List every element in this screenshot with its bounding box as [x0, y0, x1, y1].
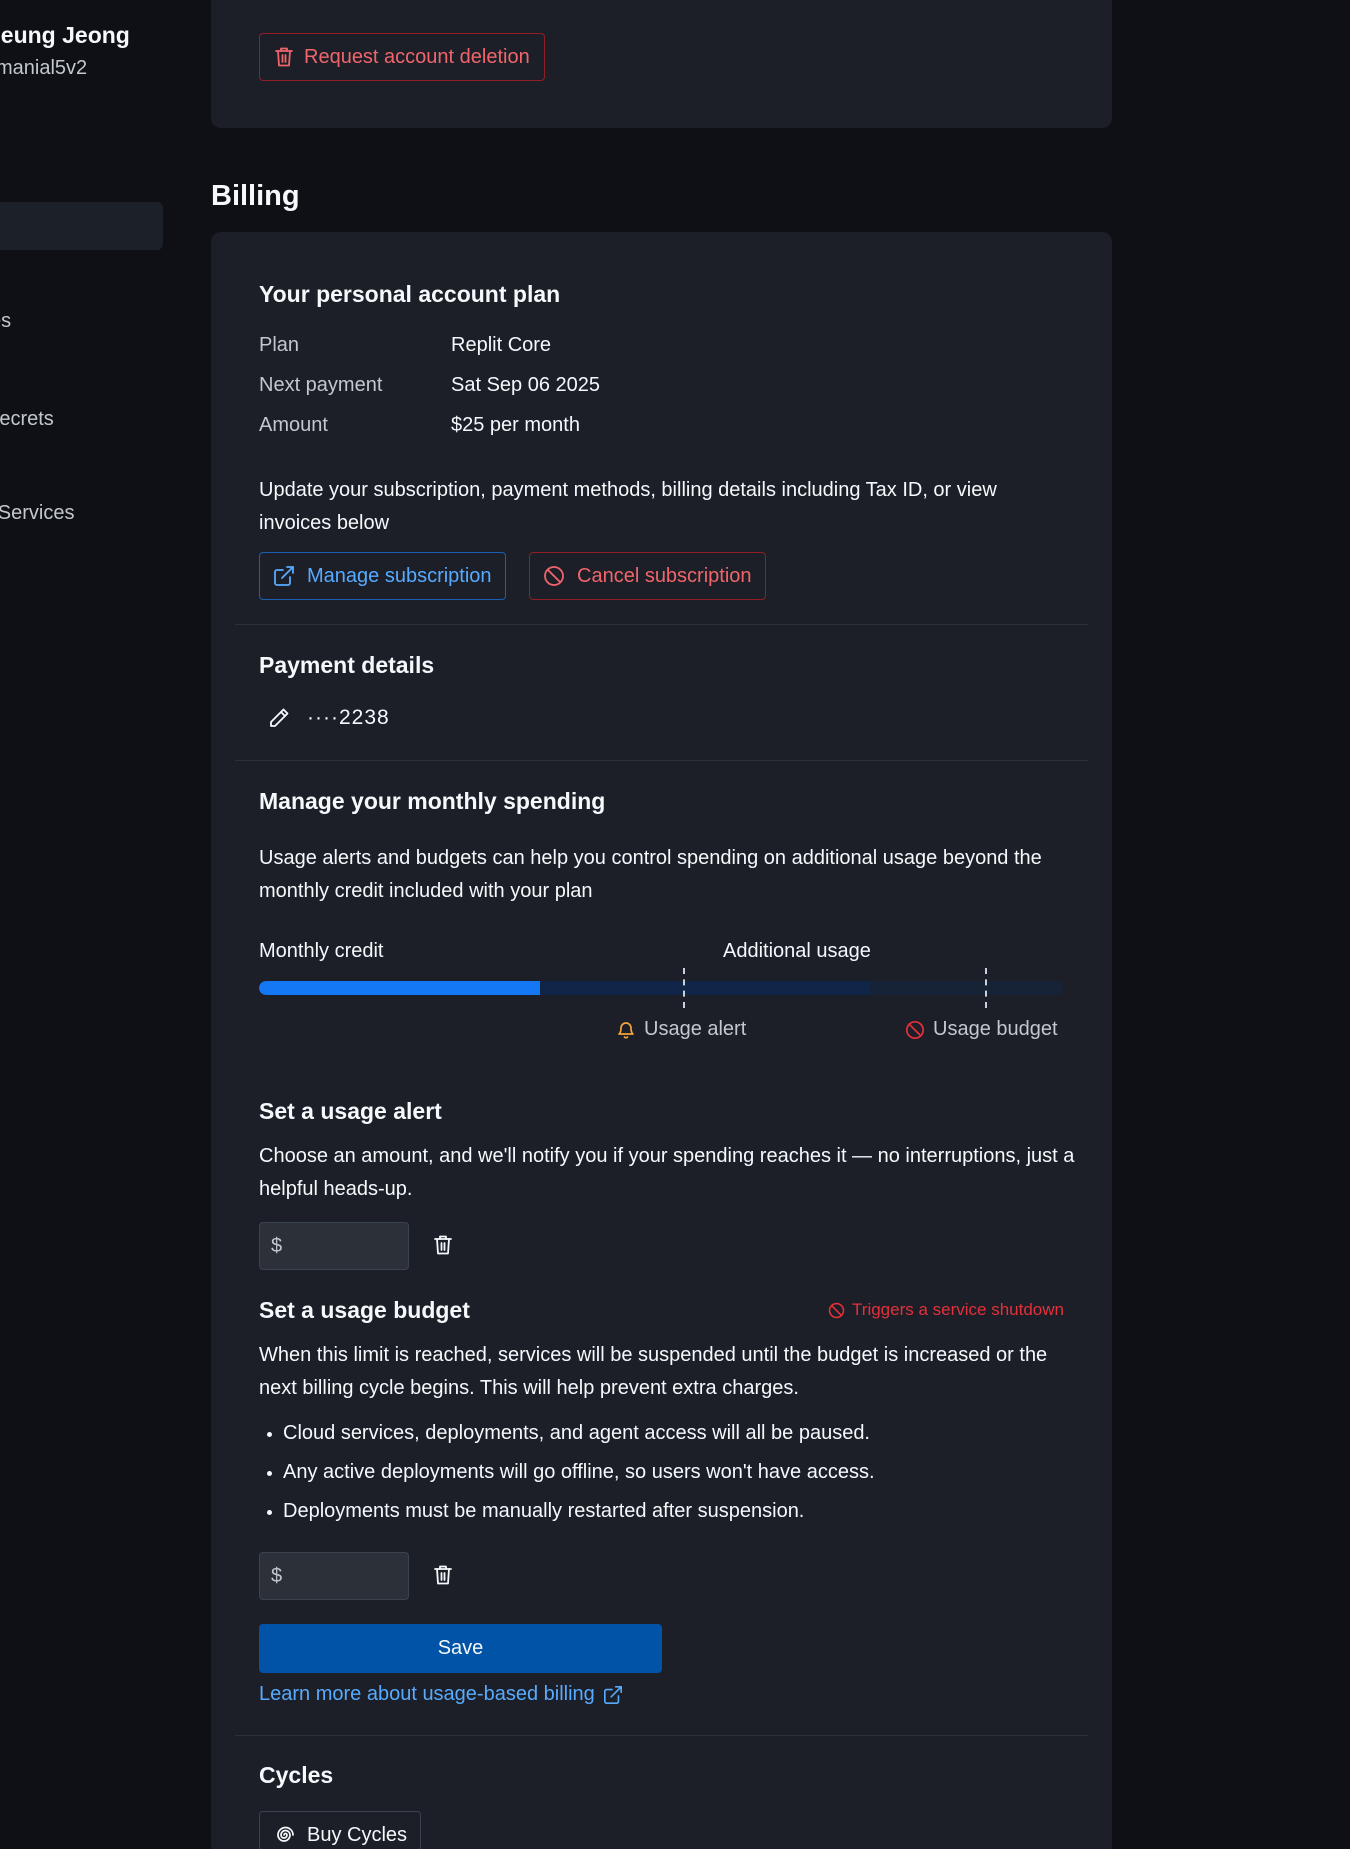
usage-alert-marker	[683, 968, 685, 1008]
service-shutdown-warning: Triggers a service shutdown	[828, 1300, 1064, 1320]
usage-budget-input-wrapper: $	[259, 1552, 409, 1600]
usage-budget-description: When this limit is reached, services wil…	[259, 1344, 1048, 1399]
spiral-icon	[273, 1824, 295, 1846]
request-account-deletion-button[interactable]: Request account deletion	[259, 33, 545, 81]
billing-title: Billing	[211, 180, 300, 212]
page: seung Jeong manial5v2 ces Secrets ed Ser…	[0, 0, 1350, 1849]
learn-more-label: Learn more about usage-based billing	[259, 1683, 595, 1705]
divider	[235, 624, 1088, 625]
external-link-icon	[603, 1685, 623, 1705]
usage-alert-input-wrapper: $	[259, 1222, 409, 1270]
plan-heading: Your personal account plan	[259, 281, 561, 307]
bell-icon	[616, 1020, 636, 1040]
monthly-credit-label: Monthly credit	[259, 940, 384, 962]
plan-value: Replit Core	[451, 334, 552, 356]
save-button[interactable]: Save	[259, 1624, 662, 1673]
additional-usage-label: Additional usage	[723, 940, 871, 962]
buy-cycles-button[interactable]: Buy Cycles	[259, 1811, 422, 1849]
manage-subscription-button[interactable]: Manage subscription	[259, 552, 506, 600]
subscription-description: Update your subscription, payment method…	[259, 479, 997, 534]
spending-bar-fill	[259, 981, 541, 995]
plan-label: Plan	[259, 334, 300, 356]
budget-consequences-list: Cloud services, deployments, and agent a…	[263, 1414, 1043, 1531]
clear-usage-budget-trash-icon[interactable]	[433, 1564, 453, 1591]
usage-alert-marker-label: Usage alert	[616, 1018, 746, 1041]
clear-usage-alert-trash-icon[interactable]	[433, 1234, 453, 1261]
dollar-prefix: $	[271, 1234, 283, 1257]
sidebar-item-connected-services[interactable]: ed Services	[0, 502, 75, 525]
list-item: Any active deployments will go offline, …	[263, 1453, 1043, 1492]
buy-cycles-label: Buy Cycles	[307, 1823, 408, 1846]
user-handle: manial5v2	[0, 57, 88, 79]
sidebar-item-active[interactable]	[0, 202, 163, 250]
request-account-deletion-label: Request account deletion	[304, 45, 530, 68]
account-danger-card: Request account deletion	[211, 0, 1112, 128]
external-link-icon	[273, 565, 295, 587]
amount-value: $25 per month	[451, 414, 580, 436]
cancel-subscription-label: Cancel subscription	[577, 564, 752, 587]
usage-alert-input[interactable]	[288, 1234, 399, 1258]
usage-budget-input[interactable]	[288, 1564, 399, 1588]
spending-heading: Manage your monthly spending	[259, 788, 606, 814]
prohibited-icon	[828, 1302, 845, 1319]
learn-more-usage-billing-link[interactable]: Learn more about usage-based billing	[259, 1683, 623, 1706]
next-payment-label: Next payment	[259, 374, 383, 396]
trash-icon	[274, 46, 294, 68]
prohibited-icon	[905, 1020, 925, 1040]
next-payment-value: Sat Sep 06 2025	[451, 374, 601, 396]
usage-budget-marker	[985, 968, 987, 1008]
edit-pencil-icon[interactable]	[267, 706, 291, 735]
manage-subscription-label: Manage subscription	[307, 564, 492, 587]
amount-label: Amount	[259, 414, 328, 436]
dollar-prefix: $	[271, 1564, 283, 1587]
usage-alert-heading: Set a usage alert	[259, 1098, 442, 1124]
sidebar-item-preferences[interactable]: ces	[0, 310, 11, 333]
list-item: Cloud services, deployments, and agent a…	[263, 1414, 1043, 1453]
usage-alert-description: Choose an amount, and we'll notify you i…	[259, 1145, 1075, 1200]
list-item: Deployments must be manually restarted a…	[263, 1492, 1043, 1531]
sidebar-item-account-secrets[interactable]: Secrets	[0, 408, 54, 431]
spending-bar-budget-zone	[869, 981, 1063, 995]
spending-description: Usage alerts and budgets can help you co…	[259, 847, 1042, 902]
cycles-heading: Cycles	[259, 1762, 334, 1788]
payment-details-heading: Payment details	[259, 652, 435, 678]
service-shutdown-warning-text: Triggers a service shutdown	[852, 1300, 1064, 1319]
cancel-subscription-button[interactable]: Cancel subscription	[529, 552, 766, 600]
sidebar: seung Jeong manial5v2 ces Secrets ed Ser…	[0, 0, 180, 1849]
card-number: ····2238	[307, 706, 390, 729]
usage-budget-text: Usage budget	[933, 1018, 1058, 1040]
prohibited-icon	[543, 565, 565, 587]
usage-budget-heading: Set a usage budget	[259, 1297, 470, 1323]
divider	[235, 760, 1088, 761]
spending-bar	[259, 981, 1063, 995]
usage-alert-text: Usage alert	[644, 1018, 747, 1040]
divider	[235, 1735, 1088, 1736]
usage-budget-marker-label: Usage budget	[905, 1018, 1058, 1041]
billing-card: Your personal account plan Plan Replit C…	[211, 232, 1112, 1849]
user-name: seung Jeong	[0, 22, 130, 48]
